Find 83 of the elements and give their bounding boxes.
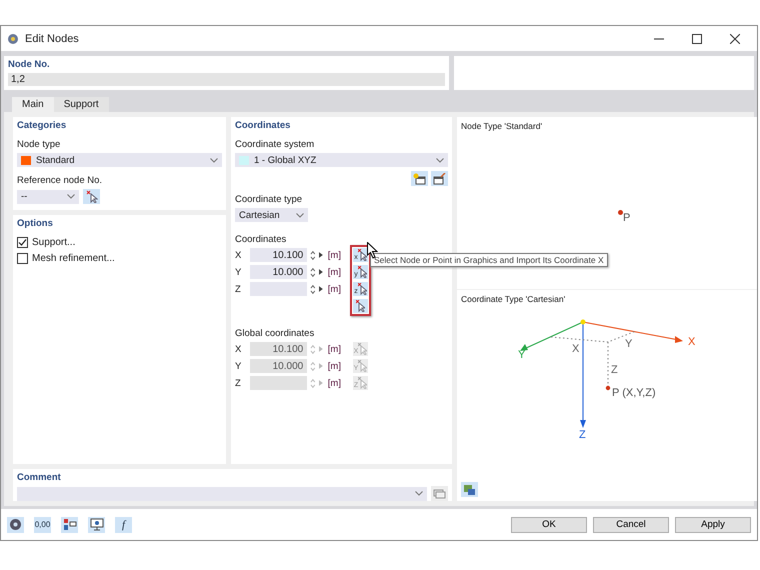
menu-arrow-icon[interactable]	[318, 286, 323, 292]
coordinate-field[interactable]: 10.000	[250, 265, 308, 279]
coordinate-field[interactable]	[250, 282, 308, 296]
component-label: Z	[611, 364, 618, 376]
dialog-button[interactable]: OK	[511, 516, 587, 532]
units-tool-button[interactable]: 0,00	[34, 516, 51, 532]
axis-label: X	[688, 336, 696, 348]
field-label: Coordinate system	[235, 139, 316, 150]
pick-point-button[interactable]	[353, 299, 368, 313]
axis-label: X	[235, 250, 242, 260]
model-tool-button[interactable]	[61, 516, 78, 532]
tab[interactable]: Support	[54, 97, 109, 112]
spinner-icon[interactable]	[310, 266, 316, 278]
help-tool-button[interactable]	[7, 516, 24, 532]
spinner-icon[interactable]	[310, 250, 316, 260]
unit-label: [m]	[328, 284, 341, 294]
axis-label: Y	[235, 266, 242, 278]
node-point	[606, 386, 610, 390]
view-settings-button[interactable]	[461, 482, 478, 497]
view-tool-button[interactable]	[88, 516, 105, 532]
component-label: Y	[625, 338, 632, 350]
axis-label: Z	[579, 429, 586, 441]
spinner-icon[interactable]	[310, 284, 316, 294]
unit-label: [m]	[328, 344, 341, 354]
field-label: Coordinate type	[235, 194, 304, 205]
node-number-field[interactable]: 1,2	[8, 73, 445, 86]
gear-icon	[7, 32, 19, 44]
reference-node-dropdown[interactable]: --	[17, 190, 79, 204]
window-title: Edit Nodes	[25, 32, 79, 44]
coordinate-type-dropdown[interactable]: Cartesian	[235, 208, 308, 222]
unit-label: [m]	[328, 360, 341, 372]
point-label: P	[623, 212, 630, 224]
comment-field[interactable]	[17, 486, 427, 500]
checkbox-label[interactable]: Mesh refinement...	[32, 253, 115, 264]
axis-label: X	[235, 344, 242, 354]
tooltip: Select Node or Point in Graphics and Import Its Coordinate X	[370, 253, 608, 267]
tab[interactable]: Main	[12, 97, 54, 112]
axis-label: Y	[235, 360, 242, 372]
coordinate-field[interactable]	[250, 376, 308, 390]
field-label: Node type	[17, 139, 62, 150]
section-title: Categories	[17, 120, 68, 131]
section-title: Options	[17, 218, 54, 229]
chevron-icon[interactable]	[296, 212, 304, 218]
section-title: Coordinates	[235, 120, 292, 131]
section-title: Comment	[17, 472, 62, 483]
axis-label: Y	[518, 349, 526, 361]
new-system-button[interactable]	[411, 171, 428, 186]
unit-label: [m]	[328, 378, 341, 388]
field-label: Reference node No.	[17, 175, 104, 186]
preview-title: Coordinate Type 'Cartesian'	[461, 294, 566, 304]
chevron-icon[interactable]	[436, 158, 444, 162]
coordinate-field[interactable]: 10.000	[250, 359, 308, 373]
edit-system-button[interactable]	[431, 171, 448, 186]
maximize-icon[interactable]	[692, 34, 702, 44]
chevron-icon[interactable]	[210, 158, 218, 162]
menu-arrow-icon[interactable]	[318, 252, 323, 258]
component-label: X	[572, 343, 580, 355]
checkbox[interactable]	[17, 253, 28, 264]
unit-label: [m]	[328, 266, 341, 278]
field-label: Global coordinates	[235, 328, 316, 339]
checkbox-label[interactable]: Support...	[32, 237, 76, 248]
dialog-button[interactable]: Cancel	[593, 516, 669, 532]
node-number-label: Node No.	[8, 59, 51, 70]
pick-node-button[interactable]	[83, 189, 100, 204]
menu-arrow-icon[interactable]	[318, 269, 323, 275]
point-label: P (X,Y,Z)	[612, 387, 656, 399]
coordinate-system-dropdown[interactable]: 1 - Global XYZ	[235, 153, 448, 167]
origin-point	[580, 320, 586, 324]
checkbox[interactable]	[17, 237, 28, 248]
coordinate-field[interactable]: 10.100	[250, 248, 308, 262]
axis-label: Z	[235, 378, 242, 388]
chevron-icon[interactable]	[67, 194, 75, 199]
axis-label: Z	[235, 284, 242, 294]
dialog-button[interactable]: Apply	[675, 516, 751, 532]
preview-title: Node Type 'Standard'	[461, 121, 542, 131]
coordinate-field[interactable]: 10.100	[250, 342, 308, 356]
unit-label: [m]	[328, 250, 341, 260]
node-type-dropdown[interactable]: Standard	[17, 153, 222, 167]
chevron-icon[interactable]	[415, 491, 423, 496]
node-point-icon	[618, 210, 623, 215]
close-icon[interactable]	[730, 34, 740, 44]
function-tool-button[interactable]: f	[115, 516, 132, 532]
field-label: Coordinates	[235, 234, 288, 245]
